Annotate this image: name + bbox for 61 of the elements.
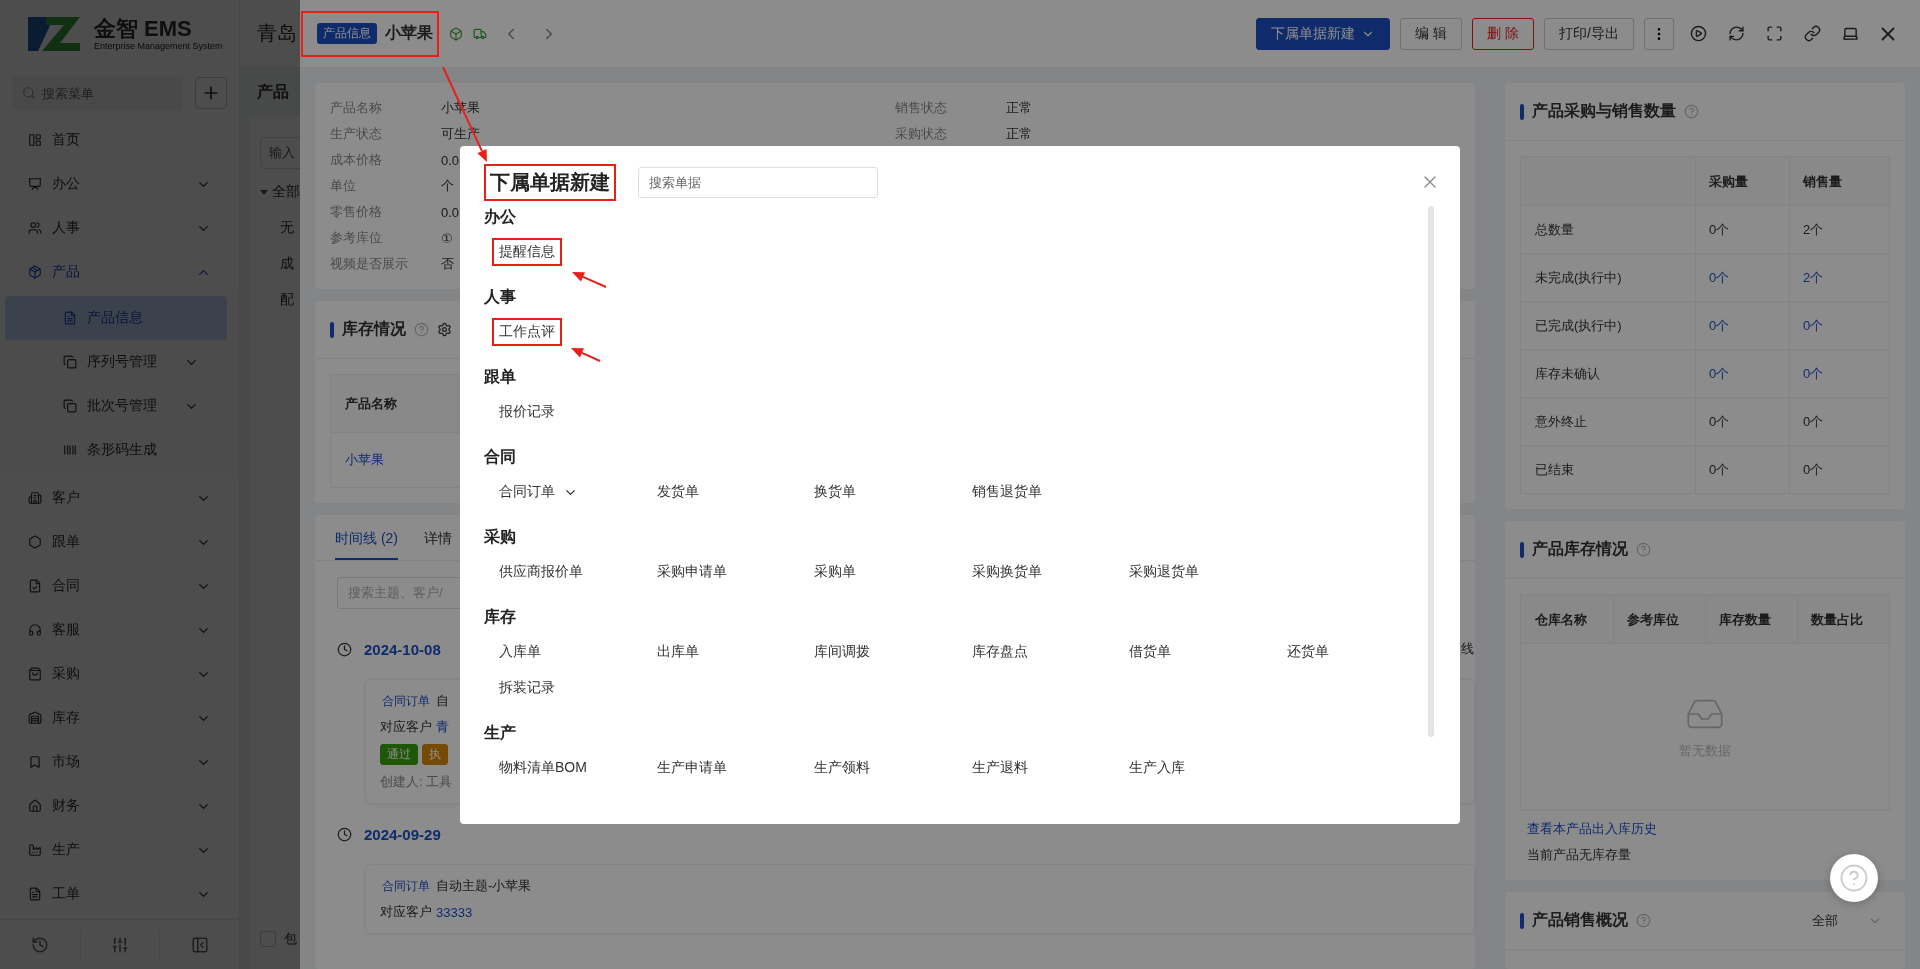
checkbox-label: 包 — [284, 930, 297, 948]
stock-note: 当前产品无库存量 — [1527, 846, 1632, 864]
customer-label: 对应客户 — [380, 718, 432, 736]
side-text: 线 — [1461, 640, 1474, 658]
field-label: 零售价格 — [330, 203, 383, 221]
row-label: 已完成(执行中) — [1534, 316, 1623, 335]
card-title: 产品销售概况 — [1532, 910, 1628, 930]
row-label: 总数量 — [1534, 220, 1575, 239]
field-value: ① — [441, 230, 453, 246]
customer-label: 对应客户 — [380, 903, 432, 921]
section-title: 采购 — [484, 526, 517, 547]
section-title: 库存 — [484, 606, 517, 627]
column-header: 参考库位 — [1613, 596, 1705, 643]
column-header: 产品名称 — [344, 395, 398, 413]
row-label: 意外终止 — [1534, 412, 1588, 431]
table-cell: 0个 — [1789, 446, 1889, 493]
section-title: 合同 — [484, 446, 517, 467]
dialog-title: 下属单据新建 — [484, 163, 616, 201]
field-value: 个 — [441, 177, 454, 195]
row-label: 库存未确认 — [1534, 364, 1601, 383]
section-title: 办公 — [484, 206, 517, 227]
type-tag: 合同订单 — [380, 692, 432, 710]
section-title: 生产 — [484, 722, 517, 743]
field-label: 销售状态 — [895, 99, 948, 117]
field-value: 0.0 — [441, 152, 460, 168]
timeline-date: 2024-09-29 — [364, 825, 441, 843]
field-label: 采购状态 — [895, 125, 948, 143]
card-title: 产品采购与销售数量 — [1532, 101, 1676, 121]
table-cell: 0个 — [1695, 446, 1789, 493]
module-tag: 产品信息 — [317, 23, 377, 44]
field-value: 0.0 — [441, 204, 460, 220]
section-title: 人事 — [484, 286, 517, 307]
creator-text: 创建人: 工具 — [380, 773, 453, 791]
field-value: 正常 — [1006, 99, 1032, 117]
brand-tagline: Enterprise Management System — [94, 41, 223, 51]
field-label: 视频是否展示 — [330, 255, 409, 273]
field-value: 正常 — [1006, 125, 1032, 143]
field-label: 成本价格 — [330, 151, 383, 169]
page-title: 产品 — [256, 82, 290, 102]
field-label: 参考库位 — [330, 229, 383, 247]
field-label: 生产状态 — [330, 125, 383, 143]
column-header: 数量占比 — [1797, 596, 1889, 643]
row-label: 已结束 — [1534, 460, 1575, 479]
section-title: 跟单 — [484, 366, 517, 387]
column-header: 库存数量 — [1705, 596, 1797, 643]
entry-subject: 自 — [436, 692, 449, 710]
status-tag: 通过 — [380, 744, 418, 765]
field-label: 单位 — [330, 177, 357, 195]
status-tag: 执 — [422, 744, 448, 765]
entry-subject: 自动主题-小苹果 — [436, 877, 532, 895]
page-header-title: 青岛 — [257, 21, 297, 46]
timeline-date: 2024-10-08 — [364, 640, 441, 658]
field-label: 产品名称 — [330, 99, 383, 117]
card-title: 库存情况 — [342, 319, 406, 339]
brand-name: 金智 EMS — [94, 17, 193, 41]
field-value: 否 — [441, 255, 454, 273]
row-label: 未完成(执行中) — [1534, 268, 1623, 287]
column-header: 仓库名称 — [1534, 610, 1588, 629]
card-title: 产品库存情况 — [1532, 539, 1628, 559]
type-tag: 合同订单 — [380, 877, 432, 895]
product-name: 小苹果 — [385, 23, 433, 43]
